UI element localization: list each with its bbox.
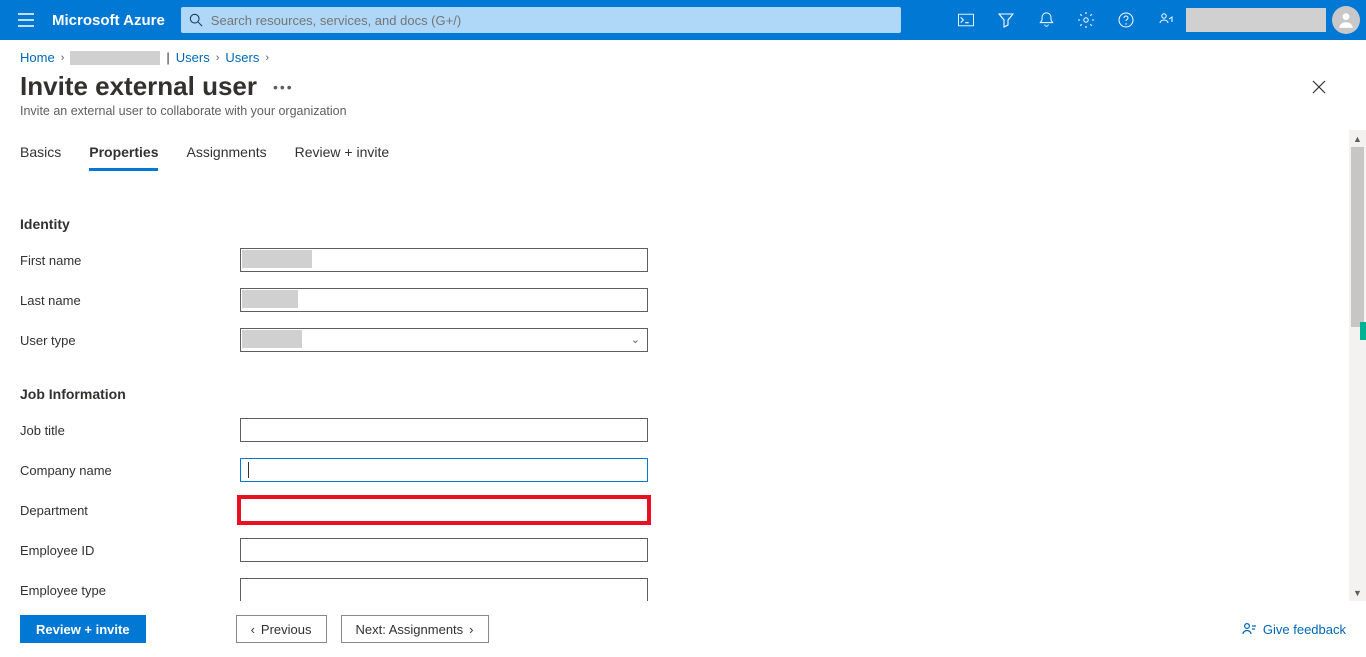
scrollbar[interactable]: ▲ ▼: [1349, 130, 1366, 601]
first-name-field[interactable]: [240, 248, 648, 272]
more-actions-icon[interactable]: •••: [273, 79, 294, 95]
search-icon: [189, 13, 203, 27]
tab-assignments[interactable]: Assignments: [186, 144, 266, 171]
next-label: Next: Assignments: [356, 622, 464, 637]
page-title: Invite external user: [20, 71, 257, 102]
breadcrumb-users-2[interactable]: Users: [225, 50, 259, 65]
previous-label: Previous: [261, 622, 312, 637]
department-field[interactable]: [240, 498, 648, 522]
scroll-up-icon[interactable]: ▲: [1349, 130, 1366, 147]
label-department: Department: [20, 503, 240, 518]
give-feedback-link[interactable]: Give feedback: [1241, 621, 1346, 637]
breadcrumb-home[interactable]: Home: [20, 50, 55, 65]
section-job: Job Information: [20, 386, 1328, 402]
topbar-actions: [946, 0, 1186, 40]
chevron-left-icon: ‹: [251, 622, 255, 637]
breadcrumb-directory-placeholder: [70, 51, 160, 65]
breadcrumb-sep: |: [166, 50, 169, 65]
menu-icon[interactable]: [6, 0, 46, 40]
page-subtitle: Invite an external user to collaborate w…: [0, 102, 1366, 118]
global-search[interactable]: [181, 7, 901, 33]
form-body: Identity First name Last name User type …: [0, 192, 1348, 601]
job-title-field[interactable]: [240, 418, 648, 442]
chevron-right-icon: ›: [469, 622, 473, 637]
edge-indicator: [1360, 322, 1366, 340]
chevron-right-icon: ›: [216, 52, 220, 64]
tab-review[interactable]: Review + invite: [295, 144, 390, 171]
scroll-thumb[interactable]: [1351, 147, 1364, 327]
notifications-icon[interactable]: [1026, 0, 1066, 40]
feedback-person-icon: [1241, 621, 1257, 637]
brand-label[interactable]: Microsoft Azure: [46, 12, 181, 29]
title-row: Invite external user •••: [0, 65, 1366, 102]
chevron-right-icon: ›: [61, 52, 65, 64]
section-identity: Identity: [20, 216, 1328, 232]
next-button[interactable]: Next: Assignments ›: [341, 615, 489, 643]
label-employee-id: Employee ID: [20, 543, 240, 558]
account-name-placeholder: [1186, 8, 1326, 32]
close-icon[interactable]: [1312, 80, 1326, 94]
help-icon[interactable]: [1106, 0, 1146, 40]
bottom-bar: Review + invite ‹ Previous Next: Assignm…: [0, 601, 1366, 657]
user-type-field[interactable]: [240, 328, 648, 352]
employee-type-field[interactable]: [240, 578, 648, 601]
search-input[interactable]: [211, 13, 893, 28]
previous-button[interactable]: ‹ Previous: [236, 615, 327, 643]
label-employee-type: Employee type: [20, 583, 240, 598]
feedback-icon[interactable]: [1146, 0, 1186, 40]
settings-icon[interactable]: [1066, 0, 1106, 40]
label-company-name: Company name: [20, 463, 240, 478]
scroll-down-icon[interactable]: ▼: [1349, 584, 1366, 601]
company-name-field[interactable]: [240, 458, 648, 482]
top-bar: Microsoft Azure: [0, 0, 1366, 40]
tab-basics[interactable]: Basics: [20, 144, 61, 171]
label-user-type: User type: [20, 333, 240, 348]
avatar[interactable]: [1332, 6, 1360, 34]
label-first-name: First name: [20, 253, 240, 268]
employee-id-field[interactable]: [240, 538, 648, 562]
breadcrumb-users-1[interactable]: Users: [176, 50, 210, 65]
last-name-field[interactable]: [240, 288, 648, 312]
feedback-label: Give feedback: [1263, 622, 1346, 637]
label-last-name: Last name: [20, 293, 240, 308]
filter-icon[interactable]: [986, 0, 1026, 40]
label-job-title: Job title: [20, 423, 240, 438]
cloud-shell-icon[interactable]: [946, 0, 986, 40]
chevron-right-icon: ›: [265, 52, 269, 64]
tab-properties[interactable]: Properties: [89, 144, 158, 171]
tabs: Basics Properties Assignments Review + i…: [0, 118, 1366, 171]
breadcrumb: Home › | Users › Users ›: [0, 40, 1366, 65]
account-area[interactable]: [1186, 6, 1360, 34]
review-invite-button[interactable]: Review + invite: [20, 615, 146, 643]
